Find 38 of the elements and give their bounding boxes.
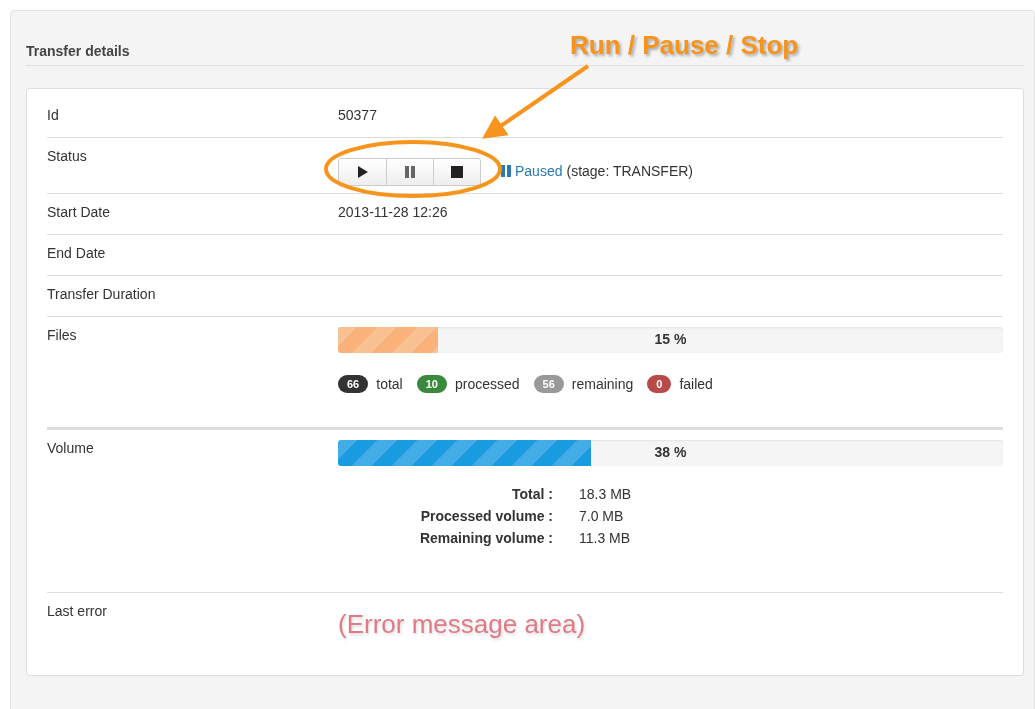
stat-label: Remaining volume :	[419, 530, 553, 546]
count-badge: 56	[533, 375, 564, 393]
stat-value: 18.3 MB	[579, 486, 632, 502]
annotation-text: Run / Pause / Stop	[570, 30, 799, 61]
field-label: Id	[47, 107, 60, 123]
pause-button[interactable]	[386, 158, 433, 185]
play-icon	[357, 165, 368, 178]
field-label: Transfer Duration	[47, 286, 157, 302]
field-label: End Date	[47, 245, 107, 261]
field-value: 2013-11-28 12:26	[338, 204, 449, 220]
pause-icon	[501, 164, 511, 177]
count-label: total	[376, 376, 403, 392]
progress-percent: 15 %	[654, 331, 687, 347]
field-label: Volume	[47, 440, 95, 456]
panel-title: Transfer details	[26, 42, 130, 61]
error-message: (Error message area)	[338, 609, 586, 640]
field-label: Files	[47, 327, 78, 343]
field-label: Start Date	[47, 204, 112, 220]
field-value: 50377	[338, 107, 378, 123]
stat-value: 11.3 MB	[579, 530, 631, 546]
count-label: processed	[454, 376, 520, 392]
stat-label: Processed volume :	[420, 508, 553, 524]
stage-text: (stage: TRANSFER)	[566, 162, 694, 179]
count-badge: 0	[647, 375, 672, 393]
stop-button[interactable]	[433, 158, 480, 185]
count-badge: 10	[416, 375, 447, 393]
status-link[interactable]: Paused	[515, 162, 563, 179]
field-label: Status	[47, 148, 88, 164]
count-badge: 66	[338, 375, 369, 393]
progress-percent: 38 %	[654, 444, 687, 460]
stat-value: 7.0 MB	[579, 508, 624, 524]
pause-icon	[405, 165, 415, 178]
play-button[interactable]	[339, 158, 386, 185]
count-label: remaining	[571, 376, 634, 392]
stat-label: Total :	[512, 486, 553, 502]
stop-icon	[451, 165, 463, 178]
count-label: failed	[679, 376, 713, 392]
field-label: Last error	[47, 603, 108, 619]
